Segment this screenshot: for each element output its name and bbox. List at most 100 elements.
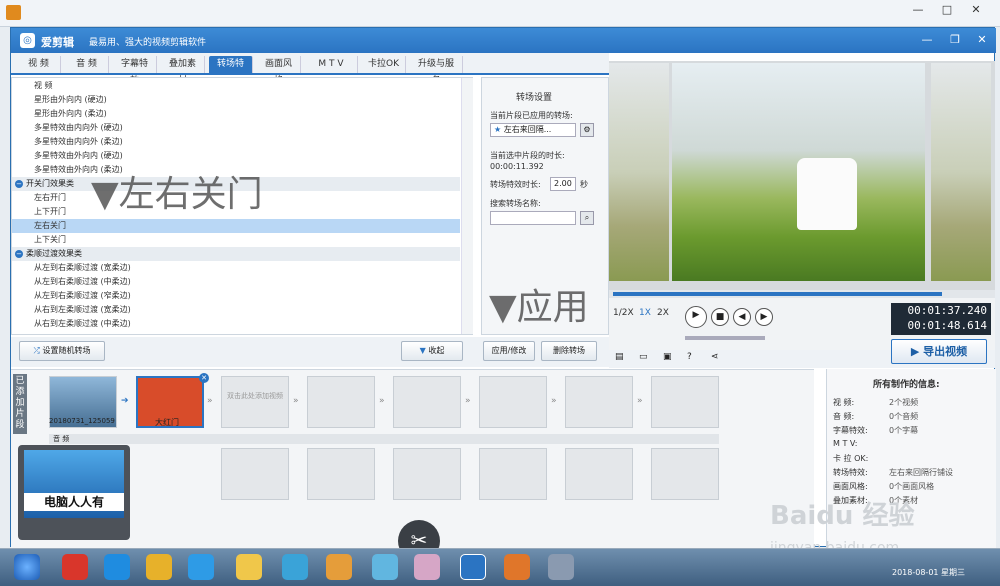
film-icon[interactable]: ▤ — [615, 352, 624, 362]
current-transition-field[interactable]: ★ 左右来回隔... — [490, 123, 576, 137]
settings-title: 转场设置 — [516, 93, 553, 103]
empty-slot[interactable] — [393, 448, 461, 500]
tab-0[interactable]: 视 频 — [17, 56, 61, 73]
collapse-button[interactable]: ▼ 收起 — [401, 341, 463, 361]
transition-item[interactable]: 从左到右柔顺过渡 (窄柔边) — [12, 289, 460, 303]
volume-slider[interactable] — [685, 336, 765, 340]
apply-button[interactable]: 应用/修改 — [483, 341, 535, 361]
tab-4[interactable]: 转场特效 — [209, 56, 253, 86]
app-restore-icon[interactable]: ❐ — [944, 32, 966, 48]
empty-slot[interactable] — [565, 448, 633, 500]
transition-item[interactable]: 多星特效由外向内 (硬边) — [12, 149, 460, 163]
arrow-icon: » — [207, 396, 213, 406]
transition-item[interactable]: 视 频 — [12, 79, 460, 93]
play-icon[interactable]: ▶ — [685, 306, 707, 328]
maximize-icon[interactable]: □ — [934, 2, 960, 18]
empty-slot[interactable] — [221, 448, 289, 500]
tab-5[interactable]: 画面风格 — [257, 56, 301, 86]
tab-1[interactable]: 音 频 — [65, 56, 109, 73]
transition-item[interactable]: 从左到右柔顺过渡 (中柔边) — [12, 275, 460, 289]
effect-duration-input[interactable]: 2.00 — [550, 177, 576, 191]
random-transition-button[interactable]: ⤮ 设置随机转场 — [19, 341, 105, 361]
app-icon-1[interactable] — [62, 554, 88, 580]
app-minimize-icon[interactable]: — — [916, 32, 938, 48]
info-value: 左右来回隔行铺设 — [889, 468, 953, 477]
stop-icon[interactable]: ■ — [711, 308, 729, 326]
start-icon[interactable] — [14, 554, 40, 580]
transition-item[interactable]: 上下关门 — [12, 233, 460, 247]
chrome-icon[interactable] — [146, 554, 172, 580]
progress-bar[interactable] — [609, 290, 995, 298]
tab-8[interactable]: 升级与服务 — [410, 56, 463, 86]
add-video-slot[interactable]: 双击此处添加视频 — [221, 376, 289, 428]
gear-icon[interactable]: ⚙ — [580, 123, 594, 137]
clock: 2018-08-01 星期三 — [892, 568, 966, 577]
empty-slot[interactable] — [479, 448, 547, 500]
time-display: 00:01:37.240 00:01:48.614 — [891, 303, 991, 335]
delete-transition-button[interactable]: 删除转场 — [541, 341, 597, 361]
transition-item[interactable]: 从右到左柔顺过渡 (中柔边) — [12, 317, 460, 331]
tab-2[interactable]: 字幕特效 — [113, 56, 157, 86]
empty-slot[interactable] — [393, 376, 461, 428]
outer-title-bar: — □ ✕ — [0, 0, 1000, 27]
search-icon[interactable]: ⌕ — [580, 211, 594, 225]
info-key: 卡 拉 OK: — [833, 454, 869, 463]
transition-item[interactable]: 多星特效由内向外 (柔边) — [12, 135, 460, 149]
collapse-icon[interactable]: − — [15, 250, 23, 258]
app-icon-6[interactable] — [414, 554, 440, 580]
export-video-button[interactable]: ▶ 导出视频 — [891, 339, 987, 364]
minimize-icon[interactable]: — — [905, 2, 931, 18]
empty-slot[interactable] — [479, 376, 547, 428]
app-icon-3[interactable] — [282, 554, 308, 580]
transition-item[interactable]: 从左到右柔顺过渡 (宽柔边) — [12, 261, 460, 275]
transition-item[interactable]: 多星特效由内向外 (硬边) — [12, 121, 460, 135]
app-close-icon[interactable]: ✕ — [971, 32, 993, 48]
transition-item[interactable]: 星形由外向内 (柔边) — [12, 107, 460, 121]
transition-item[interactable]: 左右关门 — [12, 219, 460, 233]
speed-1x[interactable]: 1X — [639, 308, 651, 318]
ie-icon[interactable] — [104, 554, 130, 580]
remove-clip-icon[interactable]: ✕ — [199, 373, 209, 383]
share-icon[interactable]: ⋖ — [711, 352, 719, 362]
video-preview[interactable] — [609, 61, 995, 291]
seconds-unit: 秒 — [580, 180, 588, 189]
shuffle-icon: ⤮ — [33, 346, 40, 355]
app-icon-2[interactable] — [188, 554, 214, 580]
empty-slot[interactable] — [307, 376, 375, 428]
app-icon-8[interactable] — [548, 554, 574, 580]
category-header[interactable]: − 柔顺过渡效果类 — [12, 247, 460, 261]
tab-6[interactable]: M T V — [305, 56, 358, 73]
app-icon-5[interactable] — [372, 554, 398, 580]
tab-7[interactable]: 卡拉OK — [362, 56, 406, 73]
empty-slot[interactable] — [651, 448, 719, 500]
next-frame-icon[interactable]: ▶ — [755, 308, 773, 326]
taskbar: 2018-08-01 星期三 — [0, 548, 1000, 586]
aijianji-taskbar-icon[interactable] — [460, 554, 486, 580]
empty-slot[interactable] — [307, 448, 375, 500]
close-icon[interactable]: ✕ — [963, 2, 989, 18]
empty-slot[interactable] — [651, 376, 719, 428]
app-icon-7[interactable] — [504, 554, 530, 580]
save-icon[interactable]: ▣ — [663, 352, 672, 362]
collapse-icon: ▼ — [419, 346, 426, 355]
info-key: 字幕特效: — [833, 426, 868, 435]
folder-icon[interactable] — [236, 554, 262, 580]
list-scrollbar[interactable] — [461, 78, 473, 334]
speed-2x[interactable]: 2X — [657, 308, 669, 318]
help-icon[interactable]: ? — [687, 352, 692, 362]
collapse-icon[interactable]: − — [15, 180, 23, 188]
prev-frame-icon[interactable]: ◀ — [733, 308, 751, 326]
arrow-icon: » — [465, 396, 471, 406]
empty-slot[interactable] — [565, 376, 633, 428]
transition-item[interactable]: 从右到左柔顺过渡 (宽柔边) — [12, 303, 460, 317]
transition-arrow[interactable]: ➔ — [121, 396, 131, 406]
app-icon-4[interactable] — [326, 554, 352, 580]
transition-item[interactable]: 星形由外向内 (硬边) — [12, 93, 460, 107]
folder-icon[interactable]: ▭ — [639, 352, 648, 362]
watermark-baidu: Baidu 经验 — [770, 501, 915, 531]
speed-half[interactable]: 1/2X — [613, 308, 634, 318]
media-player-icon[interactable] — [6, 5, 21, 20]
search-input[interactable] — [490, 211, 576, 225]
tab-3[interactable]: 叠加素材 — [161, 56, 205, 86]
arrow-icon: » — [637, 396, 643, 406]
